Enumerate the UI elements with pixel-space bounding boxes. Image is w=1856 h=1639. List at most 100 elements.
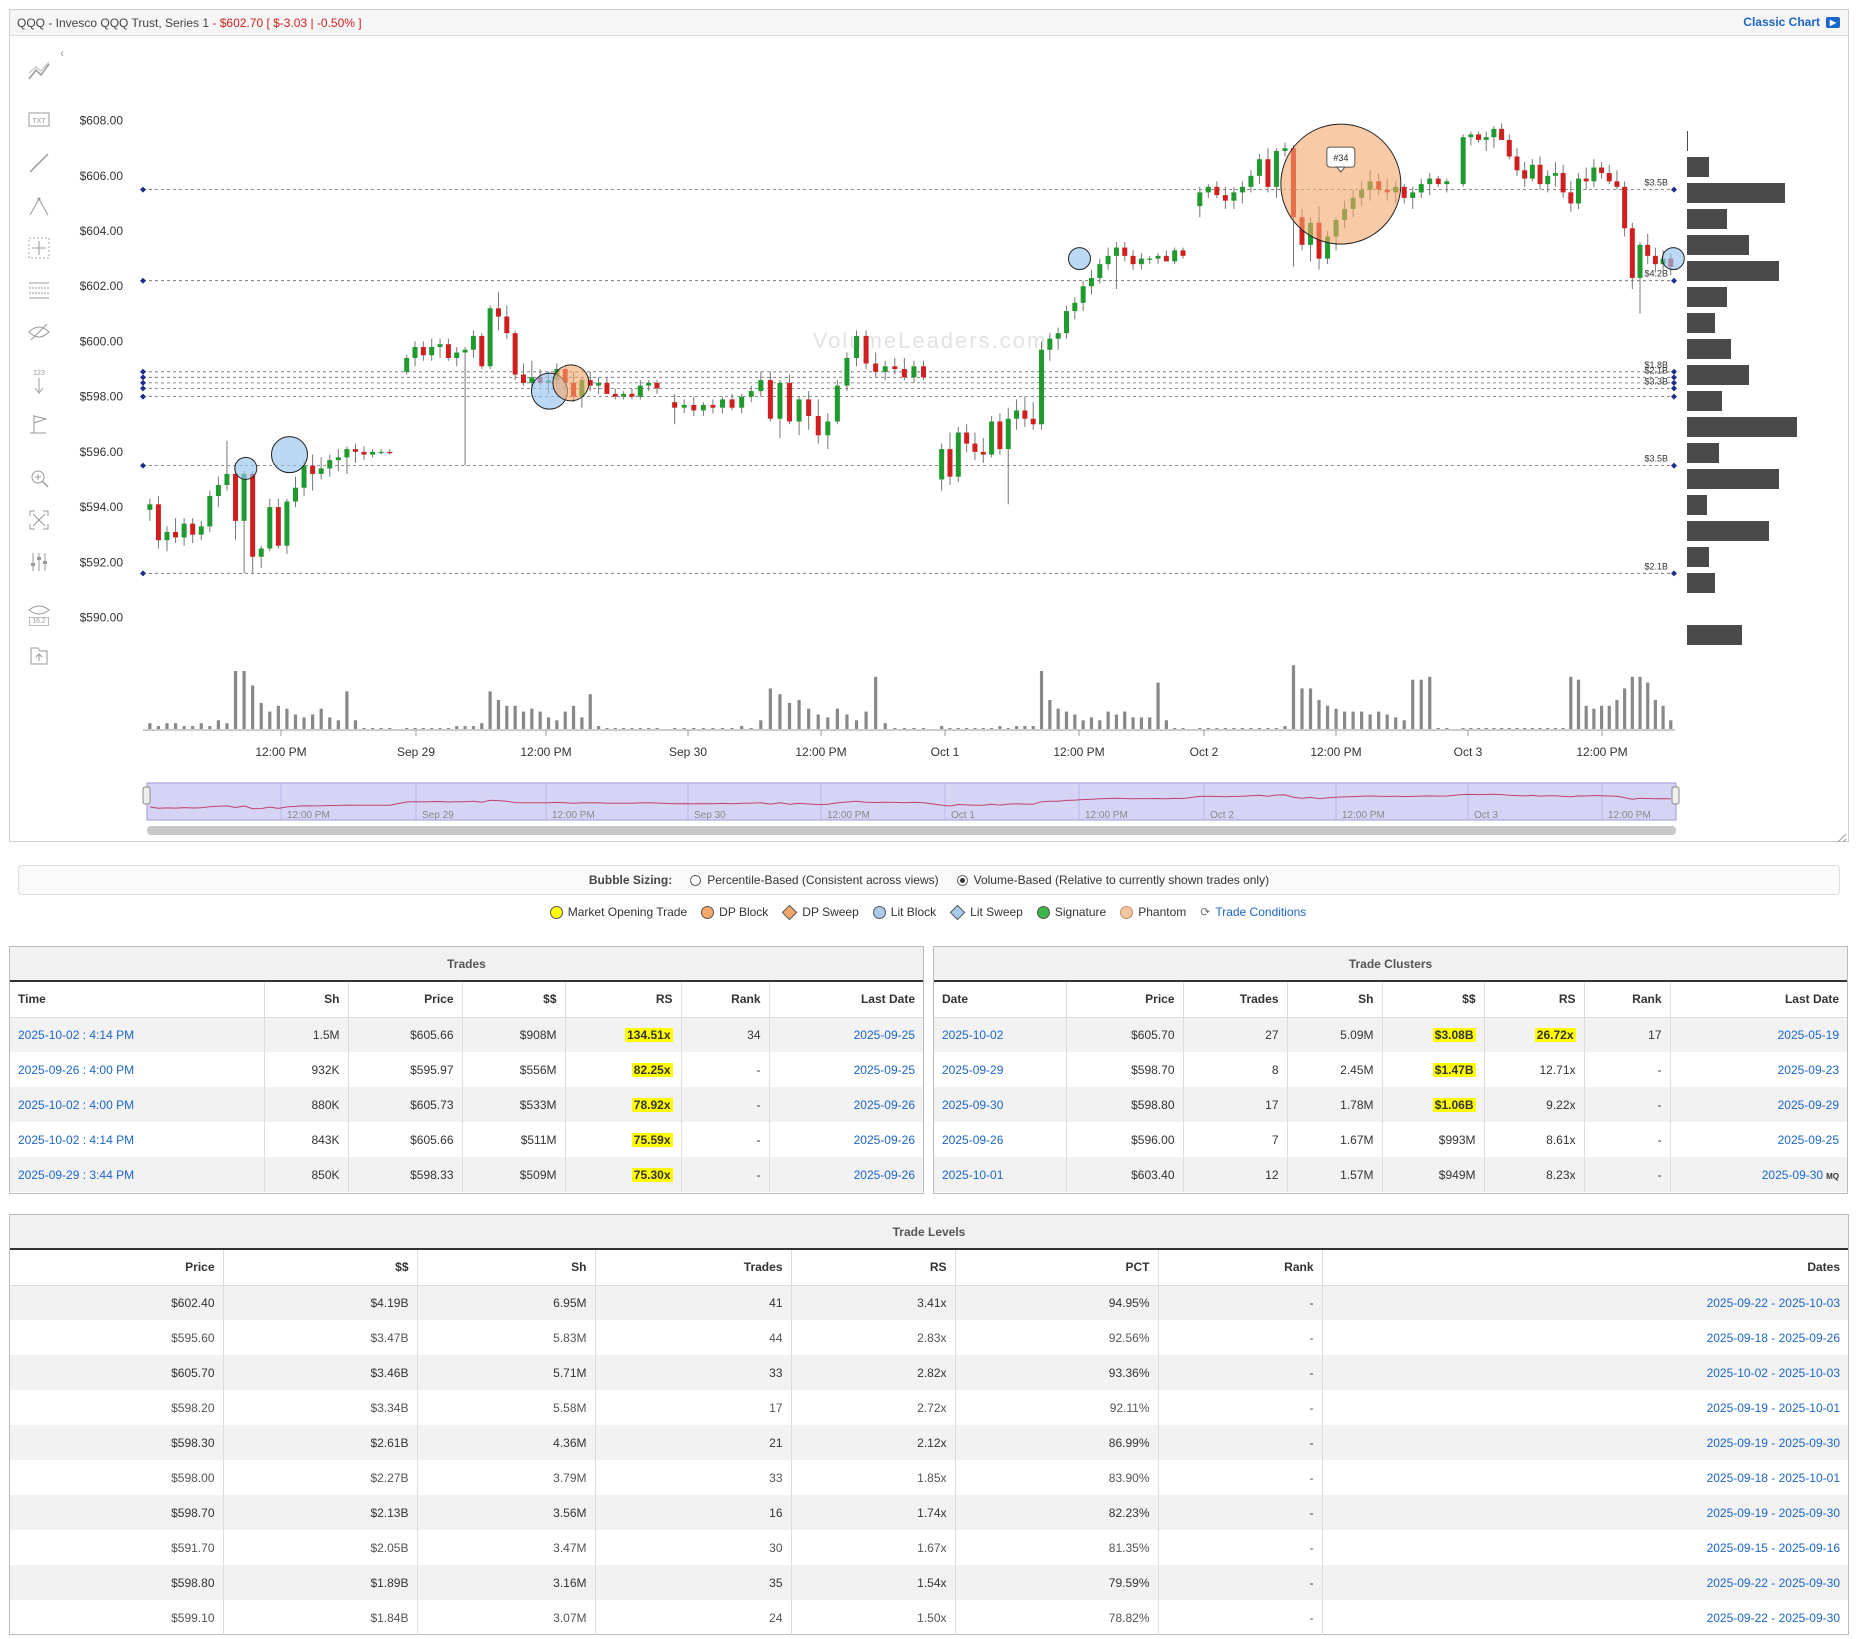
candle-body[interactable] (739, 396, 745, 408)
levels-col-header[interactable]: Trades (595, 1250, 792, 1286)
candle-body[interactable] (901, 369, 907, 378)
level-dates-link[interactable]: 2025-09-22 - 2025-09-30 (1707, 1611, 1840, 1625)
candle-body[interactable] (806, 399, 812, 416)
candle-body[interactable] (454, 352, 460, 358)
trades-col-header[interactable]: $$ (462, 982, 566, 1018)
candle-body[interactable] (487, 308, 493, 367)
clusters-col-header[interactable]: RS (1484, 982, 1585, 1018)
candle-body[interactable] (604, 382, 610, 394)
candle-body[interactable] (873, 363, 879, 372)
candle-body[interactable] (612, 393, 618, 397)
trades-col-header[interactable]: Sh (264, 982, 349, 1018)
cluster-last-date-link[interactable]: 2025-05-19 (1778, 1028, 1839, 1042)
candle-body[interactable] (224, 473, 230, 485)
level-dates-link[interactable]: 2025-09-22 - 2025-10-03 (1707, 1296, 1840, 1310)
candle-body[interactable] (1583, 178, 1589, 182)
legend-trade-conditions[interactable]: ⟳ Trade Conditions (1200, 905, 1306, 919)
candle-body[interactable] (947, 449, 953, 477)
legend-phantom[interactable]: Phantom (1120, 905, 1186, 919)
candle-body[interactable] (1427, 178, 1433, 185)
candle-body[interactable] (495, 308, 501, 317)
trade-last-date-cell[interactable]: 2025-09-26 (769, 1157, 923, 1192)
candle-body[interactable] (1080, 286, 1086, 303)
candle-body[interactable] (796, 399, 802, 422)
trade-row[interactable]: 2025-09-26 : 4:00 PM 932K $595.97 $556M 82.2… (10, 1052, 923, 1087)
candle-body[interactable] (479, 335, 485, 367)
classic-chart-link[interactable]: Classic Chart ▶ (1743, 15, 1840, 29)
candle-body[interactable] (1637, 244, 1643, 278)
clusters-col-header[interactable]: Price (1066, 982, 1184, 1018)
level-dates-cell[interactable]: 2025-09-19 - 2025-10-01 (1322, 1390, 1848, 1425)
level-row[interactable]: $602.40 $4.19B 6.95M 41 3.41x 94.95% - 2025-09-… (10, 1285, 1848, 1320)
level-dates-link[interactable]: 2025-09-19 - 2025-10-01 (1707, 1401, 1840, 1415)
candle-body[interactable] (654, 382, 660, 389)
candle-body[interactable] (1197, 192, 1203, 207)
clusters-col-header[interactable]: Sh (1287, 982, 1383, 1018)
candle-body[interactable] (1418, 184, 1424, 193)
trades-col-header[interactable]: RS (565, 982, 682, 1018)
trade-conditions-link[interactable]: Trade Conditions (1215, 905, 1306, 919)
level-dates-link[interactable]: 2025-09-18 - 2025-10-01 (1707, 1471, 1840, 1485)
legend-market-opening[interactable]: Market Opening Trade (549, 905, 687, 919)
candle-body[interactable] (1097, 264, 1103, 278)
candle-body[interactable] (629, 393, 635, 397)
level-row[interactable]: $598.30 $2.61B 4.36M 21 2.12x 86.99% - 2025-09-… (10, 1425, 1848, 1460)
candle-body[interactable] (420, 346, 426, 356)
candle-body[interactable] (825, 421, 831, 436)
trade-row[interactable]: 2025-10-02 : 4:00 PM 880K $605.73 $533M 78.9… (10, 1087, 923, 1122)
level-dates-cell[interactable]: 2025-09-22 - 2025-10-03 (1322, 1285, 1848, 1320)
candle-body[interactable] (1014, 410, 1020, 419)
candle-body[interactable] (1591, 167, 1597, 182)
navigator-left-handle[interactable] (142, 786, 151, 805)
candle-body[interactable] (777, 382, 783, 419)
candle-body[interactable] (997, 421, 1003, 450)
cluster-last-date-link[interactable]: 2025-09-23 (1778, 1063, 1839, 1077)
candle-body[interactable] (911, 366, 917, 378)
level-dates-cell[interactable]: 2025-09-22 - 2025-09-30 (1322, 1565, 1848, 1600)
candle-body[interactable] (1088, 277, 1094, 287)
resize-handle-icon[interactable] (1836, 833, 1847, 842)
cluster-date-cell[interactable]: 2025-09-30 (934, 1087, 1067, 1122)
candle-body[interactable] (1444, 181, 1450, 185)
candle-body[interactable] (275, 507, 281, 546)
candle-body[interactable] (710, 404, 716, 408)
cluster-last-date-cell[interactable]: 2025-09-30 MQ (1670, 1157, 1847, 1192)
cluster-date-cell[interactable]: 2025-10-02 (934, 1017, 1067, 1052)
candle-body[interactable] (1005, 418, 1011, 450)
level-dates-link[interactable]: 2025-09-19 - 2025-09-30 (1707, 1436, 1840, 1450)
candle-body[interactable] (980, 451, 986, 455)
horizontal-scrollbar[interactable] (147, 826, 1676, 835)
candle-body[interactable] (1568, 192, 1574, 204)
level-row[interactable]: $595.60 $3.47B 5.83M 44 2.83x 92.56% - 2025-09-… (10, 1320, 1848, 1355)
legend-lit-sweep[interactable]: Lit Sweep (949, 904, 1023, 920)
candle-body[interactable] (1537, 164, 1543, 185)
candle-body[interactable] (1499, 128, 1505, 140)
candle-body[interactable] (1072, 302, 1078, 312)
candle-body[interactable] (233, 473, 239, 521)
candle-body[interactable] (404, 358, 410, 372)
candle-body[interactable] (767, 380, 773, 419)
levels-col-header[interactable]: Rank (1158, 1250, 1323, 1286)
percentile-radio-circle[interactable] (690, 874, 702, 886)
cluster-date-cell[interactable]: 2025-09-26 (934, 1122, 1067, 1157)
volume-radio[interactable]: Volume-Based (Relative to currently show… (956, 873, 1269, 887)
level-dates-link[interactable]: 2025-09-22 - 2025-09-30 (1707, 1576, 1840, 1590)
trade-last-date-cell[interactable]: 2025-09-25 (769, 1017, 923, 1052)
candle-body[interactable] (301, 465, 307, 488)
level-dates-link[interactable]: 2025-10-02 - 2025-10-03 (1707, 1366, 1840, 1380)
candle-body[interactable] (863, 335, 869, 364)
candle-body[interactable] (1506, 139, 1512, 157)
candle-body[interactable] (1214, 186, 1220, 196)
candle-body[interactable] (504, 316, 510, 334)
trade-time-link[interactable]: 2025-10-02 : 4:14 PM (18, 1133, 134, 1147)
clusters-col-header[interactable]: Trades (1183, 982, 1288, 1018)
cluster-last-date-link[interactable]: 2025-09-25 (1778, 1133, 1839, 1147)
candle-body[interactable] (815, 415, 821, 436)
trade-last-date-link[interactable]: 2025-09-26 (854, 1133, 915, 1147)
candle-body[interactable] (181, 523, 187, 538)
cluster-date-link[interactable]: 2025-10-01 (942, 1168, 1003, 1182)
level-dates-link[interactable]: 2025-09-19 - 2025-09-30 (1707, 1506, 1840, 1520)
candle-body[interactable] (921, 366, 927, 378)
volume-radio-label[interactable]: Volume-Based (Relative to currently show… (974, 873, 1269, 887)
candle-body[interactable] (1138, 258, 1144, 265)
